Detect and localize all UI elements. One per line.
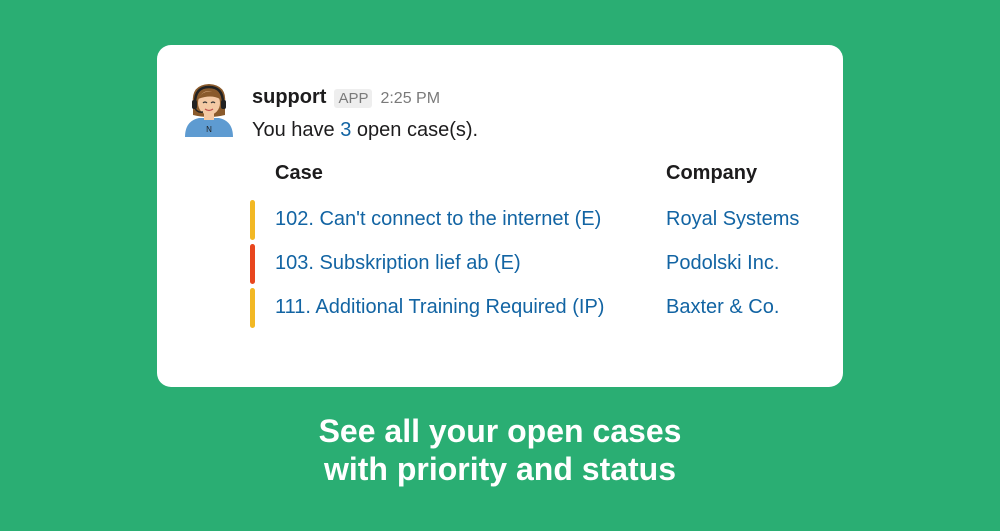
- caption-line-2: with priority and status: [323, 451, 677, 487]
- company-link[interactable]: Baxter & Co.: [666, 296, 779, 319]
- priority-bar: [250, 244, 255, 284]
- case-link[interactable]: 111. Additional Training Required (IP): [275, 296, 604, 319]
- caption-line-1: See all your open cases: [318, 413, 682, 449]
- company-link[interactable]: Royal Systems: [666, 208, 799, 231]
- message-card: N support APP 2:25 PM You have 3 open ca…: [157, 45, 843, 387]
- case-column-header: Case: [275, 162, 323, 184]
- open-case-count: 3: [340, 119, 352, 141]
- message-header: support APP 2:25 PM: [252, 86, 440, 109]
- support-agent-avatar-icon[interactable]: N: [183, 81, 235, 137]
- app-badge: APP: [334, 89, 373, 108]
- avatar-badge-letter: N: [206, 125, 212, 134]
- case-link[interactable]: 102. Can't connect to the internet (E): [275, 208, 601, 231]
- company-column-header: Company: [666, 162, 758, 184]
- promo-caption: See all your open cases with priority an…: [0, 412, 1000, 488]
- message-text: You have 3 open case(s).: [252, 119, 478, 142]
- message-timestamp[interactable]: 2:25 PM: [380, 90, 440, 108]
- case-row: 103. Subskription lief ab (E) Podolski I…: [250, 244, 830, 284]
- case-row: 102. Can't connect to the internet (E) R…: [250, 200, 830, 240]
- priority-bar: [250, 288, 255, 328]
- case-row: 111. Additional Training Required (IP) B…: [250, 288, 830, 328]
- message-text-suffix: open case(s).: [351, 119, 479, 141]
- case-link[interactable]: 103. Subskription lief ab (E): [275, 252, 521, 275]
- sender-name[interactable]: support: [252, 86, 326, 109]
- message-text-prefix: You have: [252, 119, 341, 141]
- company-link[interactable]: Podolski Inc.: [666, 252, 779, 275]
- priority-bar: [250, 200, 255, 240]
